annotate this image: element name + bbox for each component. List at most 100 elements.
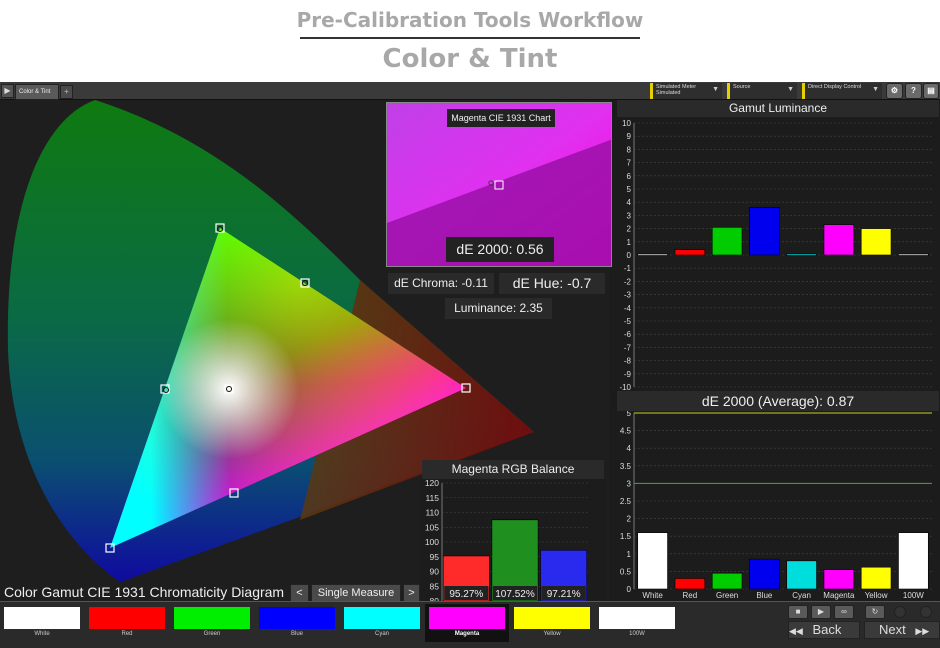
menu-icon[interactable]: ▤ <box>923 83 939 99</box>
chevron-down-icon: ▼ <box>787 86 794 93</box>
y-tick-label: 8 <box>627 145 632 154</box>
next-button[interactable]: Next ▶▶ <box>864 621 940 639</box>
bar-yellow <box>860 566 892 590</box>
luminance-readout: Luminance: 2.35 <box>445 298 552 319</box>
y-tick-label: -1 <box>624 264 632 273</box>
patch-selector-bar: White Red Green Blue Cyan Magenta Yellow 100W ■… <box>0 601 940 648</box>
y-tick-label: 5 <box>627 185 632 194</box>
top-toolbar: ▶ Color & Tint + Simulated Meter Simulat… <box>0 82 940 100</box>
y-tick-label: 4 <box>627 444 632 453</box>
y-tick-label: 4 <box>627 198 632 207</box>
x-tick-label: White <box>642 591 663 600</box>
swatch-color <box>429 607 505 629</box>
workflow-step-title: Color & Tint <box>382 44 558 74</box>
next-button-label: Next <box>879 622 906 637</box>
gamut-luminance-title: Gamut Luminance <box>617 100 939 117</box>
swatch-label: 100W <box>629 631 645 637</box>
meter-dropdown[interactable]: Simulated Meter Simulated ▼ <box>650 83 722 99</box>
y-tick-label: 5 <box>627 411 632 418</box>
de-hue-readout: dE Hue: -0.7 <box>499 273 605 294</box>
back-button-label: Back <box>812 622 842 637</box>
swatch-label: Red <box>121 631 133 637</box>
swatch-green[interactable]: Green <box>170 604 254 642</box>
bar-100w <box>898 532 929 590</box>
bar-green <box>711 572 743 590</box>
bar-blue <box>749 207 780 256</box>
swatch-red[interactable]: Red <box>85 604 169 642</box>
bar-cyan <box>786 253 817 256</box>
x-tick-label: Red <box>683 591 698 600</box>
meter-dropdown-value: Simulated <box>656 90 681 96</box>
y-tick-label: 110 <box>425 508 439 518</box>
bar-magenta <box>823 569 855 590</box>
swatch-color <box>174 607 250 629</box>
y-tick-label: 90 <box>430 567 440 577</box>
data-label: 107.52% <box>495 589 535 600</box>
swatch-100w[interactable]: 100W <box>595 604 679 642</box>
swatch-label: Green <box>203 631 221 637</box>
bar-blue <box>749 558 780 590</box>
add-tab-button[interactable]: + <box>60 85 73 99</box>
swatch-color <box>344 607 420 629</box>
y-tick-label: -3 <box>624 291 632 300</box>
swatch-white[interactable]: White <box>0 604 84 642</box>
swatch-yellow[interactable]: Yellow <box>510 604 594 642</box>
y-tick-label: 95 <box>430 552 440 562</box>
y-tick-label: 115 <box>425 493 439 503</box>
swatch-magenta[interactable]: Magenta <box>425 604 509 642</box>
back-button[interactable]: ◀◀ Back <box>788 621 860 639</box>
next-measure-button[interactable]: > <box>403 584 420 602</box>
loop-icon[interactable]: ∞ <box>834 605 854 619</box>
bar-magenta <box>823 224 855 256</box>
play-icon[interactable]: ▶ <box>811 605 831 619</box>
swatch-color <box>599 607 675 629</box>
y-tick-label: 2 <box>627 515 632 524</box>
measure-mode-button[interactable]: Single Measure <box>311 584 401 602</box>
bar-red <box>674 249 706 256</box>
rgb-balance-chart: 1201151101051009590858095.27% 107.52% 97.2… <box>420 479 606 601</box>
swatch-blue[interactable]: Blue <box>255 604 339 642</box>
bar-100w <box>898 253 929 256</box>
x-tick-label: Blue <box>756 591 773 600</box>
magenta-cie-closeup: Magenta CIE 1931 Chart dE 2000: 0.56 <box>386 102 612 267</box>
gamut-luminance-chart: 109876543210-1-2-3-4-5-6-7-8-9-10 <box>612 117 940 393</box>
y-tick-label: -2 <box>624 277 632 286</box>
help-icon[interactable]: ? <box>905 83 922 99</box>
source-dropdown-label: Source <box>733 84 751 90</box>
magenta-de2000: dE 2000: 0.56 <box>446 237 554 262</box>
x-tick-label: Cyan <box>792 591 811 600</box>
y-tick-label: 3 <box>627 479 632 488</box>
bar-cyan <box>786 560 817 590</box>
display-control-dropdown[interactable]: Direct Display Control ▼ <box>802 83 882 99</box>
y-tick-label: 9 <box>627 132 632 141</box>
source-dropdown[interactable]: Source ▼ <box>727 83 797 99</box>
y-tick-label: 7 <box>627 159 632 168</box>
y-tick-label: -8 <box>624 357 632 366</box>
bar-white <box>637 532 668 590</box>
rgb-balance-title: Magenta RGB Balance <box>422 460 604 479</box>
data-label: 95.27% <box>449 589 483 600</box>
tab-scroll-icon[interactable]: ▶ <box>1 84 14 98</box>
y-tick-label: -7 <box>624 343 632 352</box>
swatch-color <box>514 607 590 629</box>
swatch-label: Cyan <box>374 631 389 637</box>
y-tick-label: -5 <box>624 317 632 326</box>
refresh-icon[interactable]: ↻ <box>865 605 885 619</box>
prev-measure-button[interactable]: < <box>290 584 309 602</box>
settings-gear-icon[interactable]: ⚙ <box>886 83 903 99</box>
x-tick-label: Yellow <box>865 591 888 600</box>
tab-color-tint[interactable]: Color & Tint <box>15 84 59 100</box>
chevron-down-icon: ▼ <box>872 86 879 93</box>
stop-icon[interactable]: ■ <box>788 605 808 619</box>
y-tick-label: 3 <box>627 211 632 220</box>
y-tick-label: 1 <box>627 550 632 559</box>
y-tick-label: 2.5 <box>620 497 632 506</box>
y-tick-label: -6 <box>624 330 632 339</box>
y-tick-label: 1 <box>627 238 632 247</box>
y-tick-label: 105 <box>425 522 439 532</box>
swatch-cyan[interactable]: Cyan <box>340 604 424 642</box>
y-tick-label: 85 <box>430 581 440 591</box>
y-tick-label: -4 <box>624 304 632 313</box>
swatch-label: Yellow <box>543 631 561 637</box>
cie-diagram-label: Color Gamut CIE 1931 Chromaticity Diagra… <box>4 584 285 600</box>
